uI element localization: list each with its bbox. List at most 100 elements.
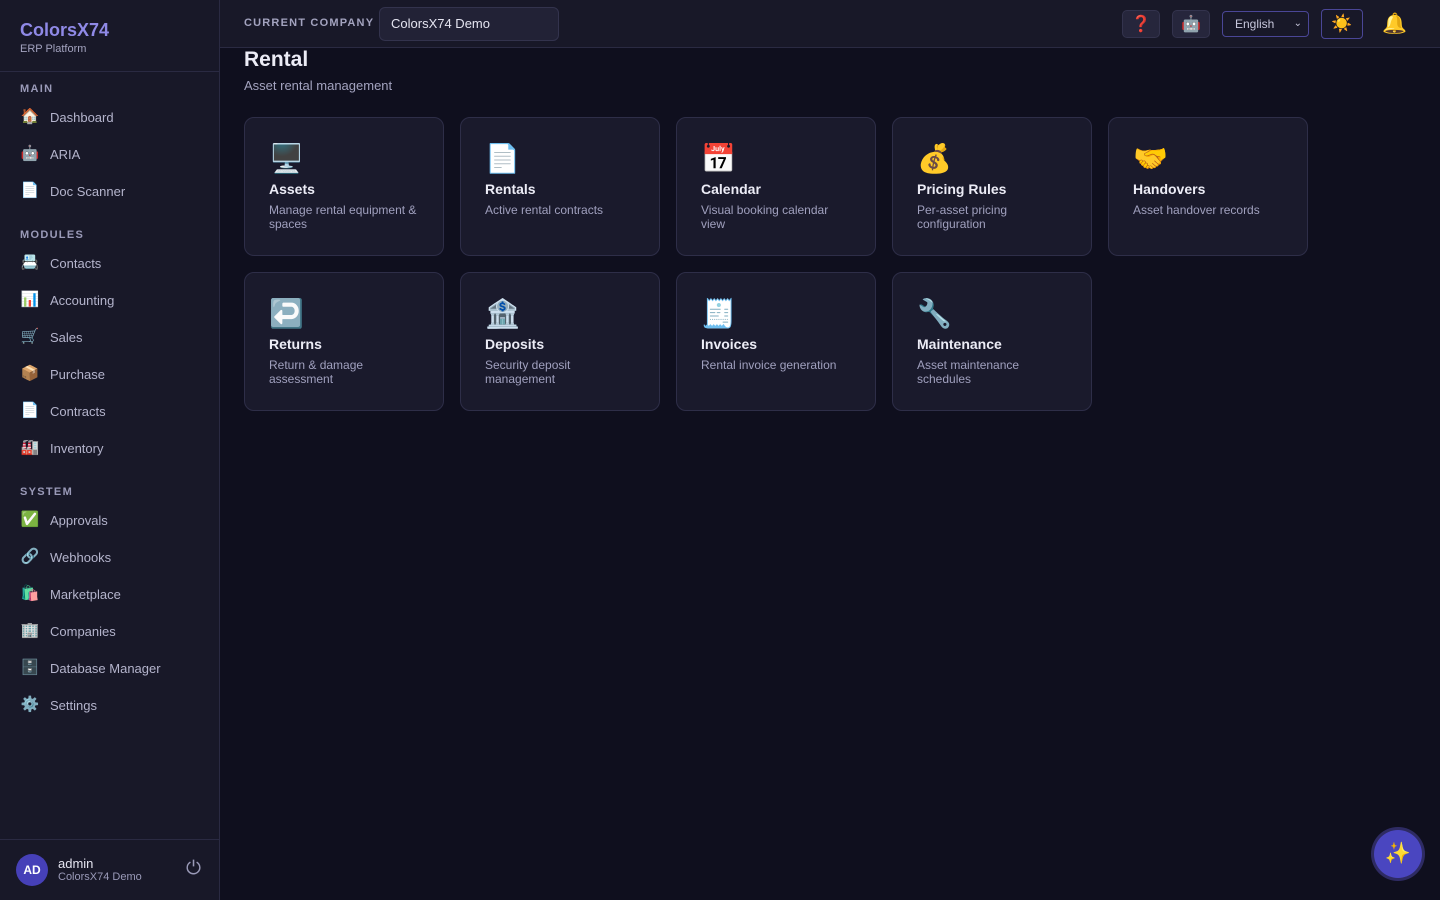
cart-icon: 🛒 bbox=[20, 328, 40, 345]
desktop-computer-icon: 🖥️ bbox=[269, 143, 304, 174]
sidebar-item-label: Doc Scanner bbox=[50, 183, 126, 199]
card-description: Asset maintenance schedules bbox=[917, 358, 1020, 386]
power-icon[interactable]: ⏻ bbox=[186, 858, 201, 880]
card-description: Rental invoice generation bbox=[701, 358, 837, 372]
card-handovers[interactable]: 🤝 Handovers Asset handover records bbox=[1108, 117, 1308, 256]
section-title-modules: MODULES bbox=[20, 229, 85, 241]
document-icon: 📄 bbox=[20, 182, 40, 199]
office-building-icon: 🏢 bbox=[20, 622, 40, 639]
calendar-icon: 📅 bbox=[701, 143, 736, 174]
card-title: Invoices bbox=[701, 336, 758, 352]
sidebar-item-purchase[interactable]: 📦 Purchase bbox=[0, 358, 219, 390]
card-title: Pricing Rules bbox=[917, 181, 1007, 197]
sidebar-item-database-manager[interactable]: 🗄️ Database Manager bbox=[0, 652, 219, 684]
robot-icon: 🤖 bbox=[1181, 16, 1201, 33]
sidebar-item-doc-scanner[interactable]: 📄 Doc Scanner bbox=[0, 175, 219, 207]
language-value: English bbox=[1235, 17, 1275, 31]
sidebar: ColorsX74 ERP Platform MAIN 🏠 Dashboard … bbox=[0, 0, 220, 900]
card-title: Deposits bbox=[485, 336, 545, 352]
language-select[interactable]: English ⌄ bbox=[1222, 11, 1309, 37]
sidebar-item-label: Marketplace bbox=[50, 586, 121, 602]
sidebar-item-label: Sales bbox=[50, 329, 83, 345]
card-deposits[interactable]: 🏦 Deposits Security deposit management bbox=[460, 272, 660, 411]
card-rentals[interactable]: 📄 Rentals Active rental contracts bbox=[460, 117, 660, 256]
sidebar-item-label: Contracts bbox=[50, 403, 106, 419]
sidebar-item-webhooks[interactable]: 🔗 Webhooks bbox=[0, 541, 219, 573]
brand: ColorsX74 ERP Platform bbox=[0, 0, 219, 72]
sidebar-item-label: Purchase bbox=[50, 366, 105, 382]
return-arrow-icon: ↩️ bbox=[269, 298, 304, 329]
user-info: admin ColorsX74 Demo bbox=[58, 856, 142, 884]
topbar: CURRENT COMPANY ColorsX74 Demo ❓ 🤖 Engli… bbox=[220, 0, 1440, 48]
brand-name[interactable]: ColorsX74 bbox=[20, 19, 199, 41]
bar-chart-icon: 📊 bbox=[20, 291, 40, 308]
document-icon: 📄 bbox=[485, 143, 520, 174]
sidebar-item-contracts[interactable]: 📄 Contracts bbox=[0, 395, 219, 427]
theme-toggle-button[interactable]: ☀️ bbox=[1321, 9, 1363, 39]
wrench-icon: 🔧 bbox=[917, 298, 952, 329]
sidebar-item-settings[interactable]: ⚙️ Settings bbox=[0, 689, 219, 721]
sidebar-item-approvals[interactable]: ✅ Approvals bbox=[0, 504, 219, 536]
shopping-bag-icon: 🛍️ bbox=[20, 585, 40, 602]
bank-icon: 🏦 bbox=[485, 298, 520, 329]
card-invoices[interactable]: 🧾 Invoices Rental invoice generation bbox=[676, 272, 876, 411]
card-calendar[interactable]: 📅 Calendar Visual booking calendar view bbox=[676, 117, 876, 256]
card-title: Assets bbox=[269, 181, 315, 197]
user-name: admin bbox=[58, 856, 94, 871]
user-panel: AD admin ColorsX74 Demo ⏻ bbox=[0, 839, 219, 900]
sidebar-item-sales[interactable]: 🛒 Sales bbox=[0, 321, 219, 353]
card-description: Manage rental equipment & spaces bbox=[269, 203, 417, 231]
assistant-button[interactable]: 🤖 bbox=[1172, 10, 1210, 38]
page-subtitle: Asset rental management bbox=[244, 78, 393, 93]
rolodex-icon: 📇 bbox=[20, 254, 40, 271]
sidebar-item-marketplace[interactable]: 🛍️ Marketplace bbox=[0, 578, 219, 610]
current-company-label: CURRENT COMPANY bbox=[244, 17, 375, 29]
company-selector[interactable]: ColorsX74 Demo bbox=[379, 7, 559, 41]
receipt-icon: 🧾 bbox=[701, 298, 736, 329]
sidebar-item-aria[interactable]: 🤖 ARIA bbox=[0, 138, 219, 170]
card-pricing-rules[interactable]: 💰 Pricing Rules Per-asset pricing config… bbox=[892, 117, 1092, 256]
sidebar-item-label: Approvals bbox=[50, 512, 108, 528]
money-bag-icon: 💰 bbox=[917, 143, 952, 174]
handshake-icon: 🤝 bbox=[1133, 143, 1168, 174]
card-description: Per-asset pricing configuration bbox=[917, 203, 1008, 231]
sidebar-item-companies[interactable]: 🏢 Companies bbox=[0, 615, 219, 647]
sidebar-item-label: Contacts bbox=[50, 255, 102, 271]
user-company: ColorsX74 Demo bbox=[58, 871, 142, 883]
card-title: Maintenance bbox=[917, 336, 1002, 352]
sidebar-item-label: Database Manager bbox=[50, 660, 161, 676]
home-icon: 🏠 bbox=[20, 108, 40, 125]
help-button[interactable]: ❓ bbox=[1122, 10, 1160, 38]
link-icon: 🔗 bbox=[20, 548, 40, 565]
card-returns[interactable]: ↩️ Returns Return & damage assessment bbox=[244, 272, 444, 411]
section-title-system: SYSTEM bbox=[20, 486, 74, 498]
avatar[interactable]: AD bbox=[16, 854, 48, 886]
question-mark-icon: ❓ bbox=[1131, 16, 1151, 33]
file-cabinet-icon: 🗄️ bbox=[20, 659, 40, 676]
card-description: Security deposit management bbox=[485, 358, 571, 386]
sidebar-item-label: Dashboard bbox=[50, 109, 114, 125]
check-icon: ✅ bbox=[20, 511, 40, 528]
package-icon: 📦 bbox=[20, 365, 40, 382]
card-assets[interactable]: 🖥️ Assets Manage rental equipment & spac… bbox=[244, 117, 444, 256]
sidebar-item-dashboard[interactable]: 🏠 Dashboard bbox=[0, 101, 219, 133]
ai-assistant-fab[interactable]: ✨ bbox=[1374, 830, 1422, 878]
section-title-main: MAIN bbox=[20, 83, 54, 95]
sidebar-item-inventory[interactable]: 🏭 Inventory bbox=[0, 432, 219, 464]
card-title: Calendar bbox=[701, 181, 761, 197]
sun-icon: ☀️ bbox=[1331, 14, 1353, 33]
sidebar-item-contacts[interactable]: 📇 Contacts bbox=[0, 247, 219, 279]
sparkles-icon: ✨ bbox=[1384, 842, 1412, 865]
card-title: Rentals bbox=[485, 181, 536, 197]
sidebar-item-accounting[interactable]: 📊 Accounting bbox=[0, 284, 219, 316]
card-description: Active rental contracts bbox=[485, 203, 604, 217]
page-title: Rental bbox=[244, 48, 309, 71]
sidebar-item-label: Inventory bbox=[50, 440, 104, 456]
card-description: Return & damage assessment bbox=[269, 358, 364, 386]
robot-icon: 🤖 bbox=[20, 145, 40, 162]
brand-subtitle: ERP Platform bbox=[20, 43, 87, 55]
sidebar-item-label: Webhooks bbox=[50, 549, 112, 565]
card-description: Asset handover records bbox=[1133, 203, 1260, 217]
card-maintenance[interactable]: 🔧 Maintenance Asset maintenance schedule… bbox=[892, 272, 1092, 411]
bell-icon[interactable]: 🔔 bbox=[1382, 11, 1407, 36]
